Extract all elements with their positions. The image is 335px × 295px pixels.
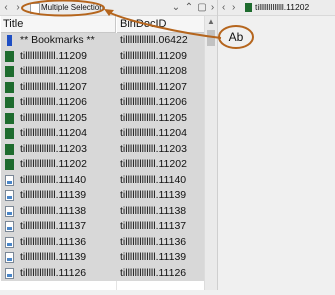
nav-forward-button[interactable]: › <box>13 1 23 14</box>
item-bindocid: tilllllllllllll.11205 <box>120 111 187 124</box>
item-bindocid: tilllllllllllll.11138 <box>120 204 187 217</box>
item-title: tilllllllllllll.11209 <box>20 49 87 62</box>
left-toolbar: ‹ › Multiple Selection ⌄ ⌃ ▢ › <box>0 0 217 16</box>
maximize-icon[interactable]: ▢ <box>196 1 208 14</box>
item-bindocid: tilllllllllllll.06422 <box>120 34 188 46</box>
item-bindocid: tilllllllllllll.11208 <box>120 65 187 77</box>
image-icon <box>5 190 14 201</box>
item-title: tilllllllllllll.11205 <box>20 111 87 124</box>
right-toolbar: ‹ › tilllllllllllll.11202 <box>218 0 335 16</box>
item-bindocid: tilllllllllllll.11136 <box>120 235 187 248</box>
item-title: tilllllllllllll.11202 <box>20 158 87 170</box>
chevron-up-icon[interactable]: ⌃ <box>183 1 195 14</box>
item-bindocid: tilllllllllllll.11140 <box>120 173 187 186</box>
list-item[interactable]: tilllllllllllll.11139 tilllllllllllll.111… <box>1 250 204 266</box>
item-title: tilllllllllllll.11140 <box>20 173 87 186</box>
document-icon <box>5 66 14 77</box>
list-item[interactable]: ** Bookmarks ** tilllllllllllll.06422 <box>1 33 204 49</box>
document-icon <box>245 3 252 12</box>
bookmark-icon <box>7 35 12 46</box>
item-title: ** Bookmarks ** <box>20 34 95 46</box>
item-title: tilllllllllllll.11203 <box>20 142 87 155</box>
item-title: tilllllllllllll.11207 <box>20 80 87 93</box>
item-title: tilllllllllllll.11136 <box>20 235 87 248</box>
item-bindocid: tilllllllllllll.11204 <box>120 127 187 139</box>
item-title: tilllllllllllll.11139 <box>20 251 87 263</box>
item-title: tilllllllllllll.11126 <box>20 266 87 279</box>
item-bindocid: tilllllllllllll.11207 <box>120 80 187 93</box>
document-preview-pane: ‹ › tilllllllllllll.11202 <box>217 0 335 290</box>
image-icon <box>5 236 14 248</box>
document-icon <box>5 50 14 62</box>
item-bindocid: tilllllllllllll.11139 <box>120 189 187 201</box>
item-title: tilllllllllllll.11138 <box>20 204 87 217</box>
nav-forward-button[interactable]: › <box>232 1 235 14</box>
list-item[interactable]: tilllllllllllll.11126 tilllllllllllll.111… <box>1 265 204 281</box>
list-item[interactable]: tilllllllllllll.11139 tilllllllllllll.111… <box>1 188 204 204</box>
image-icon <box>5 221 14 232</box>
list-item[interactable]: tilllllllllllll.11136 tilllllllllllll.111… <box>1 234 204 250</box>
document-title: tilllllllllllll.11202 <box>255 2 310 12</box>
list-item[interactable]: tilllllllllllll.11137 tilllllllllllll.111… <box>1 219 204 235</box>
list-item[interactable]: tilllllllllllll.11202 tilllllllllllll.112… <box>1 157 204 173</box>
column-header-title[interactable]: Title <box>1 16 116 33</box>
list-item[interactable]: tilllllllllllll.11203 tilllllllllllll.112… <box>1 141 204 157</box>
scrollbar-thumb[interactable] <box>207 30 215 46</box>
vertical-scrollbar[interactable]: ▲ <box>204 16 217 290</box>
image-icon <box>5 205 14 217</box>
nav-back-button[interactable]: ‹ <box>222 1 225 14</box>
list-item[interactable]: tilllllllllllll.11207 tilllllllllllll.112… <box>1 79 204 95</box>
item-title: tilllllllllllll.11137 <box>20 220 87 232</box>
item-title: tilllllllllllll.11208 <box>20 65 87 77</box>
item-bindocid: tilllllllllllll.11137 <box>120 220 187 232</box>
scroll-up-icon[interactable]: ▲ <box>205 16 217 28</box>
list-item[interactable]: tilllllllllllll.11208 tilllllllllllll.112… <box>1 64 204 80</box>
list-item[interactable]: tilllllllllllll.11206 tilllllllllllll.112… <box>1 95 204 111</box>
column-header-bindocid[interactable]: BinDocID <box>117 16 204 33</box>
nav-back-button[interactable]: ‹ <box>1 1 11 14</box>
list-item[interactable]: tilllllllllllll.11209 tilllllllllllll.112… <box>1 48 204 64</box>
document-icon <box>5 128 14 139</box>
document-icon <box>5 97 14 108</box>
item-title: tilllllllllllll.11139 <box>20 189 87 201</box>
item-bindocid: tilllllllllllll.11209 <box>120 49 187 62</box>
document-list: ** Bookmarks ** tilllllllllllll.06422 till… <box>1 33 204 281</box>
collapse-pane-button[interactable]: › <box>208 1 217 14</box>
image-icon <box>5 174 14 186</box>
image-icon <box>5 267 14 279</box>
list-item[interactable]: tilllllllllllll.11138 tilllllllllllll.111… <box>1 203 204 219</box>
multiple-selection-icon <box>30 3 40 14</box>
selection-title: Multiple Selection <box>41 3 104 12</box>
document-icon <box>5 81 14 93</box>
chevron-down-icon[interactable]: ⌄ <box>170 1 182 14</box>
item-bindocid: tilllllllllllll.11203 <box>120 142 187 155</box>
item-title: tilllllllllllll.11206 <box>20 96 87 108</box>
item-bindocid: tilllllllllllll.11206 <box>120 96 187 108</box>
list-item[interactable]: tilllllllllllll.11140 tilllllllllllll.111… <box>1 172 204 188</box>
item-bindocid: tilllllllllllll.11202 <box>120 158 187 170</box>
item-title: tilllllllllllll.11204 <box>20 127 87 139</box>
item-bindocid: tilllllllllllll.11139 <box>120 251 187 263</box>
list-item[interactable]: tilllllllllllll.11204 tilllllllllllll.112… <box>1 126 204 142</box>
document-icon <box>5 159 14 170</box>
list-item[interactable]: tilllllllllllll.11205 tilllllllllllll.112… <box>1 110 204 126</box>
document-list-pane: ‹ › Multiple Selection ⌄ ⌃ ▢ › Title Bin… <box>0 0 217 290</box>
item-bindocid: tilllllllllllll.11126 <box>120 266 187 279</box>
image-icon <box>5 252 14 263</box>
document-icon <box>5 112 14 124</box>
document-icon <box>5 143 14 155</box>
